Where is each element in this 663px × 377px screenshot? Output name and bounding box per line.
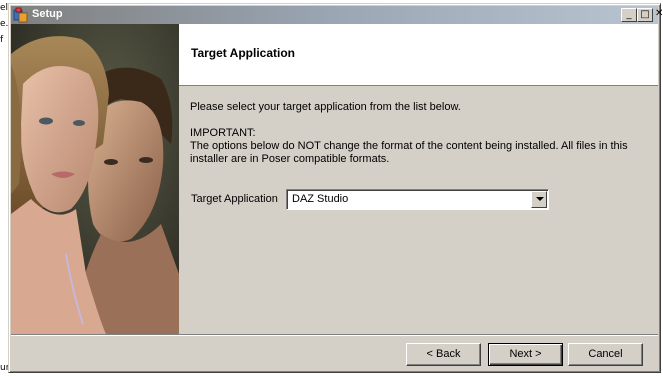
wizard-header: Target Application xyxy=(179,24,658,86)
hero-portrait-illustration xyxy=(11,24,179,334)
maximize-icon: □ xyxy=(640,9,650,20)
target-application-label: Target Application xyxy=(191,193,278,205)
next-button[interactable]: Next > xyxy=(488,343,563,366)
title-bar[interactable]: Setup _ □ ✕ xyxy=(11,6,663,24)
minimize-icon: _ xyxy=(626,9,632,20)
chevron-down-icon[interactable] xyxy=(531,191,547,208)
setup-window: Setup _ □ ✕ Target Application Please se… xyxy=(8,3,663,373)
important-text: The options below do NOT change the form… xyxy=(190,140,628,152)
cancel-button[interactable]: Cancel xyxy=(568,343,643,366)
important-label: IMPORTANT: xyxy=(190,127,256,139)
window-title: Setup xyxy=(32,8,63,20)
important-text: installer are in Poser compatible format… xyxy=(190,153,390,165)
close-icon: ✕ xyxy=(655,8,663,19)
target-application-select[interactable]: DAZ Studio xyxy=(286,189,549,210)
target-application-value: DAZ Studio xyxy=(292,193,349,205)
minimize-button[interactable]: _ xyxy=(621,8,637,22)
maximize-button[interactable]: □ xyxy=(637,8,653,22)
setup-app-icon xyxy=(13,7,28,23)
hero-image xyxy=(11,24,179,334)
instruction-text: Please select your target application fr… xyxy=(190,101,461,113)
footer-divider xyxy=(11,334,658,336)
back-button[interactable]: < Back xyxy=(406,343,481,366)
background-strip xyxy=(0,373,663,377)
page-title: Target Application xyxy=(191,46,296,60)
